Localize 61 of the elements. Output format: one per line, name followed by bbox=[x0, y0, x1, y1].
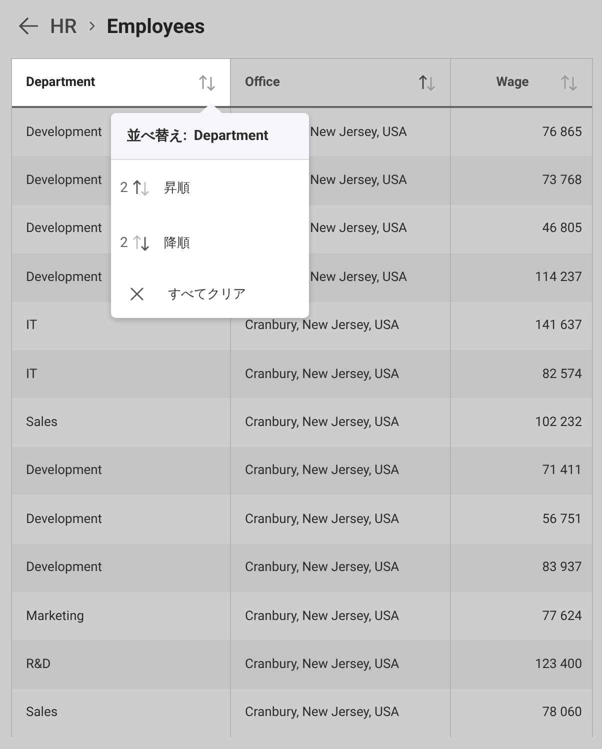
column-header[interactable]: Wage bbox=[450, 59, 592, 106]
sort-order-index: 2 bbox=[120, 234, 128, 250]
page-title: Employees bbox=[106, 14, 205, 38]
sort-icon bbox=[132, 234, 150, 252]
table-cell: New Jersey, USA bbox=[310, 221, 408, 236]
menu-title: 並べ替え: Department bbox=[111, 113, 309, 160]
table-cell: Cranbury, New Jersey, USA bbox=[245, 366, 400, 382]
table-cell: 123 400 bbox=[534, 656, 582, 672]
table-cell: 73 768 bbox=[542, 173, 582, 188]
menu-item[interactable]: すべてクリア bbox=[111, 270, 309, 318]
table-cell: 82 574 bbox=[542, 366, 582, 382]
sort-icon bbox=[560, 74, 578, 92]
table-cell: 83 937 bbox=[542, 560, 582, 576]
table-cell: R&D bbox=[26, 656, 51, 672]
back-arrow-icon[interactable] bbox=[18, 15, 40, 37]
menu-item-label: すべてクリア bbox=[168, 286, 246, 303]
table-cell: Development bbox=[26, 512, 102, 527]
table-cell: Development bbox=[26, 560, 102, 576]
table-cell: Sales bbox=[26, 415, 58, 430]
table-cell: Development bbox=[26, 124, 102, 140]
table-cell: 76 865 bbox=[542, 124, 582, 140]
table-cell: Sales bbox=[26, 705, 58, 720]
sort-icon bbox=[198, 74, 216, 92]
table-cell: IT bbox=[26, 366, 38, 382]
table-cell: 71 411 bbox=[542, 463, 582, 478]
sort-icon bbox=[132, 178, 150, 196]
table-cell: Cranbury, New Jersey, USA bbox=[245, 608, 400, 624]
table-cell: 78 060 bbox=[542, 705, 582, 720]
menu-item[interactable]: 2 昇順 bbox=[111, 160, 309, 215]
table-cell: Cranbury, New Jersey, USA bbox=[245, 318, 400, 334]
table-cell: 141 637 bbox=[534, 318, 582, 334]
table-cell: IT bbox=[26, 318, 38, 334]
table-cell: Marketing bbox=[26, 608, 84, 624]
table-cell: New Jersey, USA bbox=[310, 124, 408, 140]
table-cell: Cranbury, New Jersey, USA bbox=[245, 560, 400, 576]
table-cell: 114 237 bbox=[534, 270, 582, 285]
table-cell: 77 624 bbox=[542, 608, 582, 624]
close-icon bbox=[130, 287, 144, 301]
table-cell: Development bbox=[26, 463, 102, 478]
sort-order-index: 2 bbox=[120, 180, 128, 196]
table-cell: Cranbury, New Jersey, USA bbox=[245, 463, 400, 478]
menu-item-label: 昇順 bbox=[164, 180, 190, 196]
table-cell: Cranbury, New Jersey, USA bbox=[245, 705, 400, 720]
table-cell: Cranbury, New Jersey, USA bbox=[245, 512, 400, 527]
menu-item[interactable]: 2 降順 bbox=[111, 215, 309, 270]
table-cell: New Jersey, USA bbox=[310, 270, 408, 285]
table-cell: 46 805 bbox=[542, 221, 582, 236]
column-header[interactable]: Office bbox=[230, 59, 450, 106]
breadcrumb-link[interactable]: HR bbox=[50, 14, 77, 38]
table-cell: Development bbox=[26, 221, 102, 236]
table-cell: Cranbury, New Jersey, USA bbox=[245, 415, 400, 430]
table-cell: 56 751 bbox=[542, 512, 582, 527]
table-cell: 102 232 bbox=[534, 415, 582, 430]
table-cell: Development bbox=[26, 173, 102, 188]
table-cell: Cranbury, New Jersey, USA bbox=[245, 656, 400, 672]
sort-icon bbox=[418, 74, 436, 92]
table-cell: Development bbox=[26, 270, 102, 285]
menu-item-label: 降順 bbox=[164, 234, 190, 252]
table-cell: New Jersey, USA bbox=[310, 173, 408, 188]
column-header[interactable]: Department bbox=[12, 59, 230, 106]
chevron-icon bbox=[86, 21, 97, 31]
